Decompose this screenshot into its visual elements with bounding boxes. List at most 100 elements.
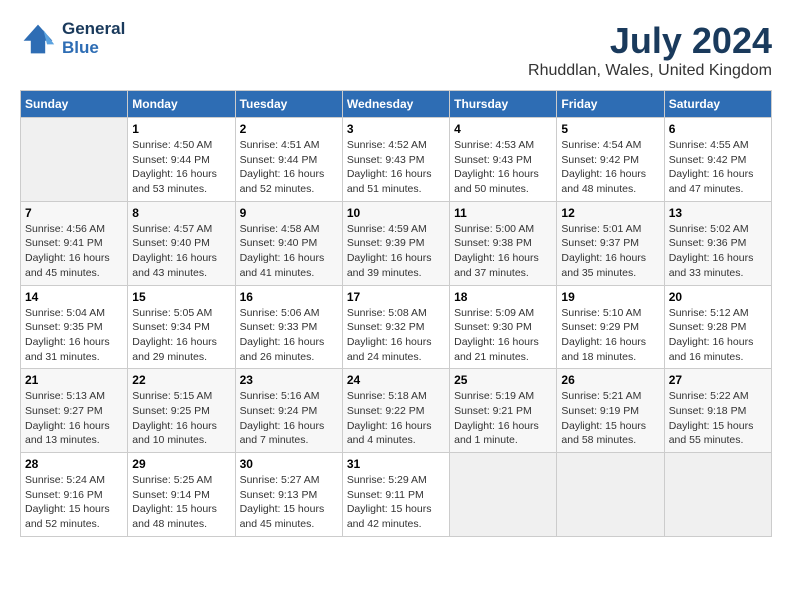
calendar-cell: 27 Sunrise: 5:22 AM Sunset: 9:18 PM Dayli… [664, 369, 771, 453]
day-info: Sunrise: 4:52 AM Sunset: 9:43 PM Dayligh… [347, 138, 445, 197]
title-block: July 2024 Rhuddlan, Wales, United Kingdo… [528, 20, 772, 80]
calendar-cell [664, 453, 771, 537]
calendar-cell [21, 118, 128, 202]
day-number: 9 [240, 206, 338, 220]
calendar-cell: 14 Sunrise: 5:04 AM Sunset: 9:35 PM Dayli… [21, 285, 128, 369]
calendar-cell: 15 Sunrise: 5:05 AM Sunset: 9:34 PM Dayli… [128, 285, 235, 369]
day-number: 27 [669, 373, 767, 387]
calendar-table: SundayMondayTuesdayWednesdayThursdayFrid… [20, 90, 772, 537]
day-info: Sunrise: 4:54 AM Sunset: 9:42 PM Dayligh… [561, 138, 659, 197]
day-number: 21 [25, 373, 123, 387]
calendar-cell: 31 Sunrise: 5:29 AM Sunset: 9:11 PM Dayli… [342, 453, 449, 537]
day-number: 18 [454, 290, 552, 304]
day-info: Sunrise: 5:06 AM Sunset: 9:33 PM Dayligh… [240, 306, 338, 365]
column-header-friday: Friday [557, 91, 664, 118]
calendar-cell: 20 Sunrise: 5:12 AM Sunset: 9:28 PM Dayli… [664, 285, 771, 369]
day-info: Sunrise: 5:02 AM Sunset: 9:36 PM Dayligh… [669, 222, 767, 281]
day-info: Sunrise: 5:12 AM Sunset: 9:28 PM Dayligh… [669, 306, 767, 365]
day-number: 31 [347, 457, 445, 471]
day-number: 20 [669, 290, 767, 304]
day-number: 11 [454, 206, 552, 220]
calendar-cell: 19Sunrise: 5:10 AM Sunset: 9:29 PM Dayli… [557, 285, 664, 369]
day-info: Sunrise: 5:05 AM Sunset: 9:34 PM Dayligh… [132, 306, 230, 365]
calendar-cell: 13 Sunrise: 5:02 AM Sunset: 9:36 PM Dayli… [664, 201, 771, 285]
day-number: 26 [561, 373, 659, 387]
day-number: 5 [561, 122, 659, 136]
calendar-cell: 16Sunrise: 5:06 AM Sunset: 9:33 PM Dayli… [235, 285, 342, 369]
calendar-cell: 21 Sunrise: 5:13 AM Sunset: 9:27 PM Dayli… [21, 369, 128, 453]
day-info: Sunrise: 5:01 AM Sunset: 9:37 PM Dayligh… [561, 222, 659, 281]
day-number: 6 [669, 122, 767, 136]
column-header-tuesday: Tuesday [235, 91, 342, 118]
day-number: 22 [132, 373, 230, 387]
day-info: Sunrise: 5:08 AM Sunset: 9:32 PM Dayligh… [347, 306, 445, 365]
day-info: Sunrise: 5:15 AM Sunset: 9:25 PM Dayligh… [132, 389, 230, 448]
day-info: Sunrise: 5:10 AM Sunset: 9:29 PM Dayligh… [561, 306, 659, 365]
calendar-cell: 23 Sunrise: 5:16 AM Sunset: 9:24 PM Dayli… [235, 369, 342, 453]
column-header-saturday: Saturday [664, 91, 771, 118]
calendar-cell [450, 453, 557, 537]
day-info: Sunrise: 4:58 AM Sunset: 9:40 PM Dayligh… [240, 222, 338, 281]
calendar-week-row: 7 Sunrise: 4:56 AM Sunset: 9:41 PM Daylig… [21, 201, 772, 285]
calendar-cell: 24 Sunrise: 5:18 AM Sunset: 9:22 PM Dayli… [342, 369, 449, 453]
day-info: Sunrise: 5:09 AM Sunset: 9:30 PM Dayligh… [454, 306, 552, 365]
calendar-cell: 4 Sunrise: 4:53 AM Sunset: 9:43 PM Daylig… [450, 118, 557, 202]
day-info: Sunrise: 5:21 AM Sunset: 9:19 PM Dayligh… [561, 389, 659, 448]
day-info: Sunrise: 5:27 AM Sunset: 9:13 PM Dayligh… [240, 473, 338, 532]
day-info: Sunrise: 5:13 AM Sunset: 9:27 PM Dayligh… [25, 389, 123, 448]
day-info: Sunrise: 5:24 AM Sunset: 9:16 PM Dayligh… [25, 473, 123, 532]
day-number: 30 [240, 457, 338, 471]
calendar-cell: 17 Sunrise: 5:08 AM Sunset: 9:32 PM Dayli… [342, 285, 449, 369]
day-info: Sunrise: 4:56 AM Sunset: 9:41 PM Dayligh… [25, 222, 123, 281]
calendar-cell: 30 Sunrise: 5:27 AM Sunset: 9:13 PM Dayli… [235, 453, 342, 537]
column-header-thursday: Thursday [450, 91, 557, 118]
day-info: Sunrise: 4:51 AM Sunset: 9:44 PM Dayligh… [240, 138, 338, 197]
day-info: Sunrise: 4:59 AM Sunset: 9:39 PM Dayligh… [347, 222, 445, 281]
day-info: Sunrise: 4:53 AM Sunset: 9:43 PM Dayligh… [454, 138, 552, 197]
day-info: Sunrise: 5:00 AM Sunset: 9:38 PM Dayligh… [454, 222, 552, 281]
day-info: Sunrise: 5:29 AM Sunset: 9:11 PM Dayligh… [347, 473, 445, 532]
day-info: Sunrise: 5:22 AM Sunset: 9:18 PM Dayligh… [669, 389, 767, 448]
day-number: 15 [132, 290, 230, 304]
day-number: 4 [454, 122, 552, 136]
column-header-wednesday: Wednesday [342, 91, 449, 118]
day-info: Sunrise: 5:25 AM Sunset: 9:14 PM Dayligh… [132, 473, 230, 532]
day-number: 25 [454, 373, 552, 387]
day-number: 23 [240, 373, 338, 387]
logo-text: General Blue [62, 20, 125, 57]
day-number: 7 [25, 206, 123, 220]
calendar-cell: 22 Sunrise: 5:15 AM Sunset: 9:25 PM Dayli… [128, 369, 235, 453]
calendar-cell: 25 Sunrise: 5:19 AM Sunset: 9:21 PM Dayli… [450, 369, 557, 453]
day-number: 29 [132, 457, 230, 471]
day-info: Sunrise: 5:16 AM Sunset: 9:24 PM Dayligh… [240, 389, 338, 448]
day-number: 10 [347, 206, 445, 220]
day-number: 2 [240, 122, 338, 136]
day-number: 24 [347, 373, 445, 387]
day-info: Sunrise: 5:18 AM Sunset: 9:22 PM Dayligh… [347, 389, 445, 448]
location-title: Rhuddlan, Wales, United Kingdom [528, 62, 772, 80]
calendar-week-row: 1Sunrise: 4:50 AM Sunset: 9:44 PM Daylig… [21, 118, 772, 202]
calendar-cell [557, 453, 664, 537]
day-number: 12 [561, 206, 659, 220]
calendar-week-row: 28Sunrise: 5:24 AM Sunset: 9:16 PM Dayli… [21, 453, 772, 537]
day-info: Sunrise: 5:19 AM Sunset: 9:21 PM Dayligh… [454, 389, 552, 448]
day-number: 17 [347, 290, 445, 304]
calendar-week-row: 14 Sunrise: 5:04 AM Sunset: 9:35 PM Dayli… [21, 285, 772, 369]
day-number: 14 [25, 290, 123, 304]
calendar-cell: 18 Sunrise: 5:09 AM Sunset: 9:30 PM Dayli… [450, 285, 557, 369]
day-number: 1 [132, 122, 230, 136]
day-number: 8 [132, 206, 230, 220]
day-info: Sunrise: 5:04 AM Sunset: 9:35 PM Dayligh… [25, 306, 123, 365]
calendar-cell: 12 Sunrise: 5:01 AM Sunset: 9:37 PM Dayli… [557, 201, 664, 285]
column-header-sunday: Sunday [21, 91, 128, 118]
page-header: General Blue July 2024 Rhuddlan, Wales, … [20, 20, 772, 80]
calendar-cell: 7 Sunrise: 4:56 AM Sunset: 9:41 PM Daylig… [21, 201, 128, 285]
calendar-cell: 9 Sunrise: 4:58 AM Sunset: 9:40 PM Daylig… [235, 201, 342, 285]
day-number: 13 [669, 206, 767, 220]
day-info: Sunrise: 4:57 AM Sunset: 9:40 PM Dayligh… [132, 222, 230, 281]
calendar-cell: 29 Sunrise: 5:25 AM Sunset: 9:14 PM Dayli… [128, 453, 235, 537]
calendar-cell: 1Sunrise: 4:50 AM Sunset: 9:44 PM Daylig… [128, 118, 235, 202]
day-number: 3 [347, 122, 445, 136]
calendar-cell: 26 Sunrise: 5:21 AM Sunset: 9:19 PM Dayli… [557, 369, 664, 453]
calendar-cell: 3 Sunrise: 4:52 AM Sunset: 9:43 PM Daylig… [342, 118, 449, 202]
